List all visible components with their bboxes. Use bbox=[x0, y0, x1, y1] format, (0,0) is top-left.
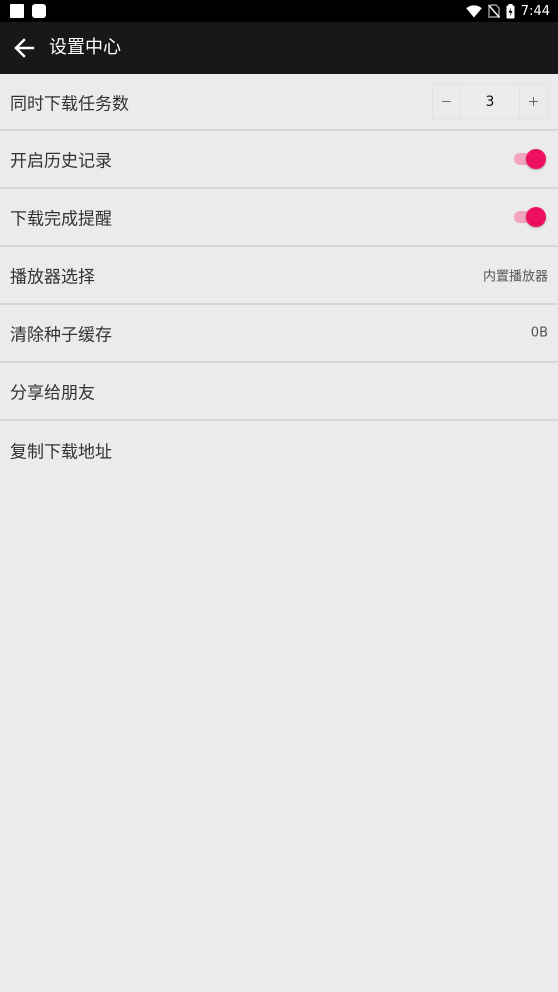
setting-label: 复制下载地址 bbox=[10, 442, 112, 463]
arrow-left-icon bbox=[14, 38, 35, 58]
history-toggle[interactable] bbox=[512, 149, 546, 169]
setting-share[interactable]: 分享给朋友 bbox=[0, 363, 558, 421]
back-button[interactable] bbox=[8, 32, 40, 64]
page-title: 设置中心 bbox=[49, 37, 121, 58]
increment-button[interactable]: ＋ bbox=[519, 85, 547, 118]
status-left-icons bbox=[10, 4, 46, 18]
wifi-icon bbox=[465, 4, 482, 17]
notification-rounded-icon bbox=[32, 4, 46, 18]
setting-concurrent-downloads: 同时下载任务数 － 3 ＋ bbox=[0, 74, 558, 131]
status-bar: 7:44 bbox=[0, 0, 558, 22]
no-sim-icon bbox=[487, 4, 500, 18]
setting-copy-address[interactable]: 复制下载地址 bbox=[0, 421, 558, 479]
setting-label: 分享给朋友 bbox=[10, 383, 95, 404]
download-reminder-toggle[interactable] bbox=[512, 207, 546, 227]
stepper-value[interactable]: 3 bbox=[461, 85, 519, 118]
setting-label: 开启历史记录 bbox=[10, 151, 112, 172]
status-time: 7:44 bbox=[520, 3, 550, 19]
app-bar: 设置中心 bbox=[0, 22, 558, 74]
battery-charging-icon bbox=[506, 3, 515, 18]
toggle-thumb bbox=[526, 207, 546, 227]
setting-label: 下载完成提醒 bbox=[10, 209, 112, 230]
setting-label: 播放器选择 bbox=[10, 267, 95, 288]
settings-list: 同时下载任务数 － 3 ＋ 开启历史记录 下载完成提醒 播放器选择 内置播放器 … bbox=[0, 74, 558, 479]
status-right-icons: 7:44 bbox=[465, 3, 550, 19]
setting-clear-cache[interactable]: 清除种子缓存 0B bbox=[0, 305, 558, 363]
concurrent-downloads-stepper: － 3 ＋ bbox=[432, 84, 548, 119]
setting-download-reminder[interactable]: 下载完成提醒 bbox=[0, 189, 558, 247]
decrement-button[interactable]: － bbox=[433, 85, 461, 118]
setting-label: 同时下载任务数 bbox=[10, 94, 129, 114]
cache-size-value: 0B bbox=[530, 325, 548, 341]
notification-square-icon bbox=[10, 4, 24, 18]
setting-player[interactable]: 播放器选择 内置播放器 bbox=[0, 247, 558, 305]
setting-history[interactable]: 开启历史记录 bbox=[0, 131, 558, 189]
player-value: 内置播放器 bbox=[482, 269, 548, 285]
toggle-thumb bbox=[526, 149, 546, 169]
setting-label: 清除种子缓存 bbox=[10, 325, 112, 346]
